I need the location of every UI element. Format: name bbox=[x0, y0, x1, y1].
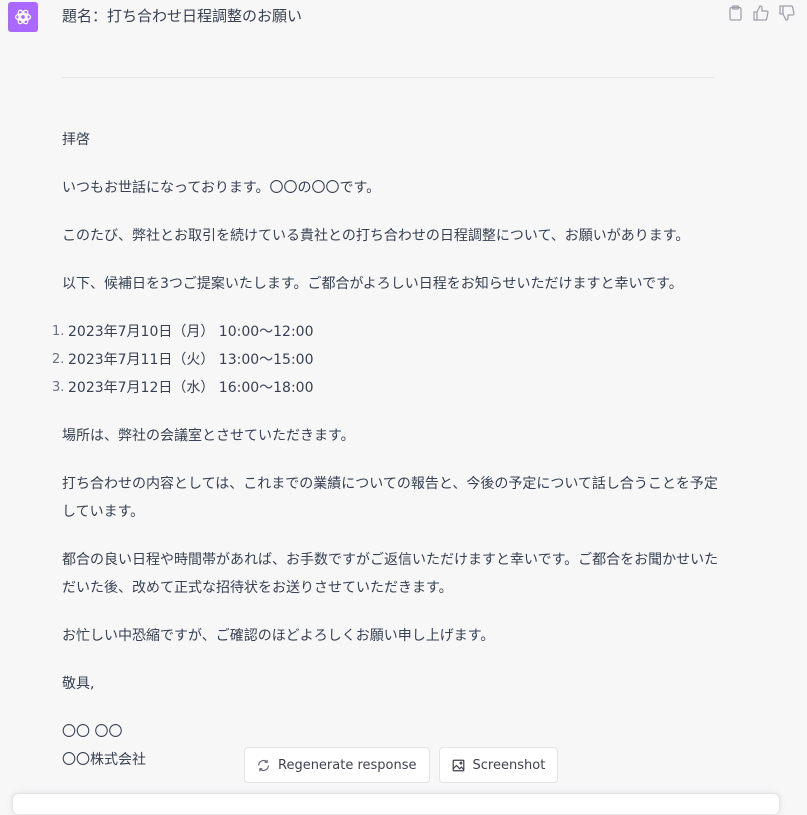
refresh-icon bbox=[258, 759, 269, 771]
list-item: 3. 2023年7月12日（水） 16:00〜18:00 bbox=[52, 374, 722, 402]
message-body: 拝啓 いつもお世話になっております。〇〇の〇〇です。 このたび、弊社とお取引を続… bbox=[52, 126, 722, 774]
list-number: 1. bbox=[52, 324, 65, 339]
date-options-list: 1. 2023年7月10日（月） 10:00〜12:00 2. 2023年7月11日… bbox=[52, 318, 722, 402]
list-text: 2023年7月12日（水） 16:00〜18:00 bbox=[68, 380, 314, 396]
paragraph: 都合の良い日程や時間帯があれば、お手数ですがご返信いただけますと幸いです。ご都合… bbox=[62, 552, 719, 596]
paragraph: 敬具, bbox=[62, 676, 95, 692]
divider bbox=[62, 77, 715, 78]
openai-logo-icon bbox=[14, 9, 32, 25]
list-text: 2023年7月10日（月） 10:00〜12:00 bbox=[68, 324, 314, 340]
paragraph: 場所は、弊社の会議室とさせていただきます。 bbox=[62, 428, 355, 444]
copy-icon[interactable] bbox=[727, 4, 743, 22]
list-text: 2023年7月11日（火） 13:00〜15:00 bbox=[68, 352, 314, 368]
screenshot-button[interactable]: Screenshot bbox=[438, 747, 559, 783]
thumbs-down-icon[interactable] bbox=[779, 4, 795, 22]
image-icon bbox=[452, 759, 464, 771]
list-item: 2. 2023年7月11日（火） 13:00〜15:00 bbox=[52, 346, 722, 374]
list-number: 3. bbox=[52, 380, 65, 395]
assistant-avatar bbox=[8, 2, 38, 32]
message-title: 題名：打ち合わせ日程調整のお願い bbox=[62, 7, 303, 25]
message-input[interactable] bbox=[12, 793, 780, 815]
paragraph: 打ち合わせの内容としては、これまでの業績についての報告と、今後の予定について話し… bbox=[62, 476, 718, 520]
list-number: 2. bbox=[52, 352, 65, 367]
signature-name: 〇〇 〇〇 bbox=[62, 724, 123, 740]
list-item: 1. 2023年7月10日（月） 10:00〜12:00 bbox=[52, 318, 722, 346]
regenerate-label: Regenerate response bbox=[278, 757, 417, 773]
paragraph: 拝啓 bbox=[62, 132, 90, 148]
thumbs-up-icon[interactable] bbox=[753, 4, 769, 22]
paragraph: お忙しい中恐縮ですが、ご確認のほどよろしくお願い申し上げます。 bbox=[62, 628, 495, 644]
paragraph: いつもお世話になっております。〇〇の〇〇です。 bbox=[62, 180, 381, 196]
screenshot-label: Screenshot bbox=[472, 757, 546, 773]
paragraph: 以下、候補日を3つご提案いたします。ご都合がよろしい日程をお知らせいただけますと… bbox=[62, 276, 683, 292]
paragraph: このたび、弊社とお取引を続けている貴社との打ち合わせの日程調整について、お願いが… bbox=[62, 228, 690, 244]
regenerate-response-button[interactable]: Regenerate response bbox=[244, 747, 430, 783]
